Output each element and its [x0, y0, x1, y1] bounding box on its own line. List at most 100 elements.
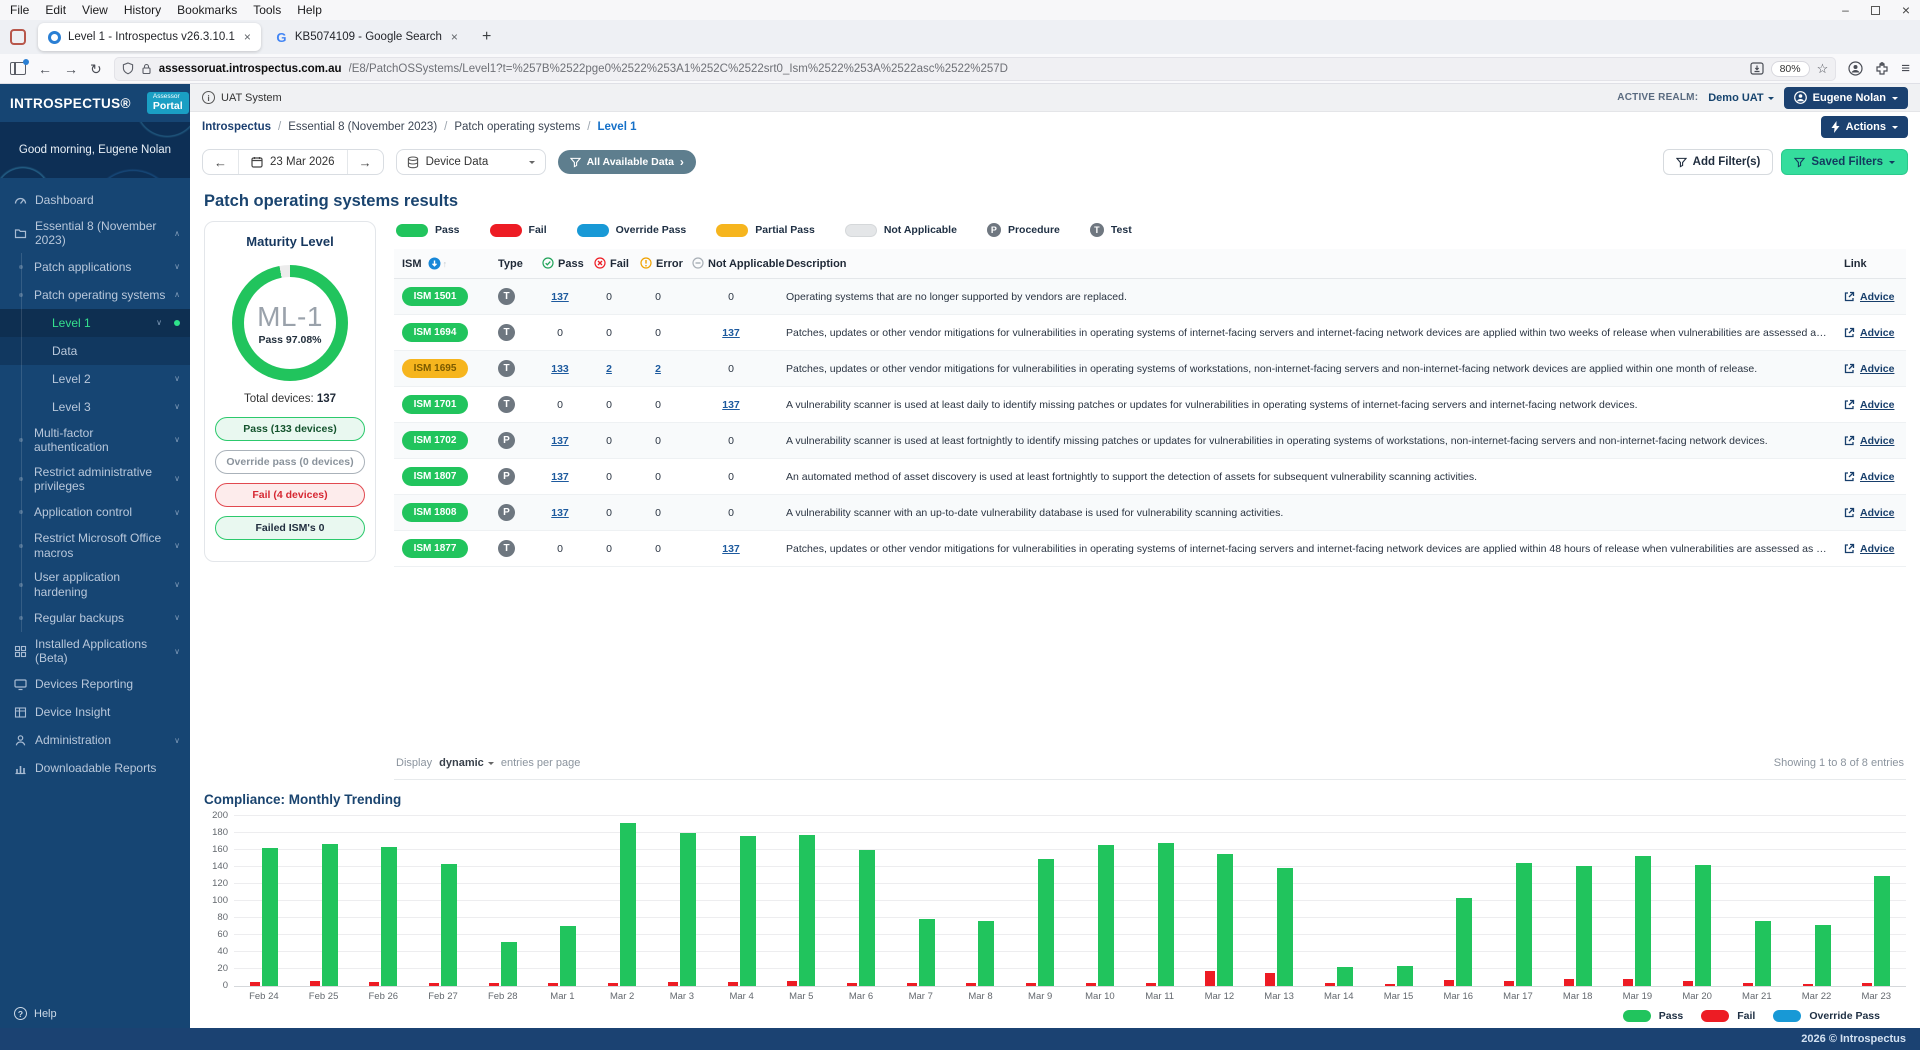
fail-bar[interactable] — [1683, 981, 1693, 986]
sidebar-item-patch-applications[interactable]: Patch applications∨ — [0, 253, 190, 281]
fail-bar[interactable] — [1862, 983, 1872, 986]
pass-count[interactable]: 133 — [551, 363, 569, 375]
pass-bar[interactable] — [501, 942, 517, 986]
fail-bar[interactable] — [310, 981, 320, 986]
fail-bar[interactable] — [1026, 983, 1036, 986]
pass-bar[interactable] — [1635, 856, 1651, 986]
sidebar-item-installed-applications-beta-[interactable]: Installed Applications (Beta)∨ — [0, 632, 190, 671]
error-count[interactable]: 2 — [655, 363, 661, 375]
fail-bar[interactable] — [489, 983, 499, 986]
pass-bar[interactable] — [740, 836, 756, 986]
advice-link[interactable]: Advice — [1844, 291, 1898, 303]
sidebar-toggle-icon[interactable] — [10, 62, 26, 75]
column-header-error[interactable]: Error — [632, 249, 684, 279]
ism-badge[interactable]: ISM 1702 — [402, 431, 468, 450]
fail-bar[interactable] — [1385, 984, 1395, 986]
pass-bar[interactable] — [859, 850, 875, 986]
fail-bar[interactable] — [1325, 983, 1335, 986]
firefox-view-icon[interactable] — [10, 29, 26, 45]
advice-link[interactable]: Advice — [1844, 471, 1898, 483]
menubar-item-edit[interactable]: Edit — [45, 3, 66, 17]
ism-badge[interactable]: ISM 1701 — [402, 395, 468, 414]
pass-bar[interactable] — [262, 848, 278, 986]
date-picker[interactable]: 23 Mar 2026 — [238, 150, 348, 174]
breadcrumb-item[interactable]: Level 1 — [597, 121, 636, 133]
ism-badge[interactable]: ISM 1501 — [402, 287, 468, 306]
url-bar[interactable]: assessoruat.introspectus.com.au/E8/Patch… — [114, 57, 1837, 81]
menubar-item-bookmarks[interactable]: Bookmarks — [177, 3, 237, 17]
fail-bar[interactable] — [847, 983, 857, 986]
advice-link[interactable]: Advice — [1844, 507, 1898, 519]
menubar-item-history[interactable]: History — [124, 3, 161, 17]
pass-bar[interactable] — [1397, 966, 1413, 986]
pass-bar[interactable] — [978, 921, 994, 986]
pass-bar[interactable] — [1277, 868, 1293, 986]
maturity-button-fail[interactable]: Fail (4 devices) — [215, 483, 365, 507]
fail-bar[interactable] — [1564, 979, 1574, 986]
fail-bar[interactable] — [548, 983, 558, 986]
pass-bar[interactable] — [322, 844, 338, 986]
sidebar-item-level-1[interactable]: Level 1∨ — [0, 309, 190, 337]
pass-bar[interactable] — [1337, 967, 1353, 986]
fail-bar[interactable] — [1623, 979, 1633, 986]
fail-bar[interactable] — [1265, 973, 1275, 986]
advice-link[interactable]: Advice — [1844, 399, 1898, 411]
pass-bar[interactable] — [1755, 921, 1771, 986]
advice-link[interactable]: Advice — [1844, 543, 1898, 555]
active-realm-selector[interactable]: Demo UAT — [1708, 92, 1773, 104]
close-button[interactable]: × — [1902, 2, 1910, 18]
advice-link[interactable]: Advice — [1844, 435, 1898, 447]
saved-filters-button[interactable]: Saved Filters — [1781, 149, 1908, 175]
column-header-type[interactable]: Type — [490, 249, 534, 279]
fail-bar[interactable] — [608, 983, 618, 986]
pass-count[interactable]: 137 — [551, 507, 569, 519]
maturity-button-override[interactable]: Override pass (0 devices) — [215, 450, 365, 474]
na-count[interactable]: 137 — [722, 399, 740, 411]
column-header-link[interactable]: Link — [1836, 249, 1906, 279]
advice-link[interactable]: Advice — [1844, 327, 1898, 339]
pass-bar[interactable] — [1158, 843, 1174, 986]
pass-bar[interactable] — [560, 926, 576, 986]
sidebar-item-level-3[interactable]: Level 3∨ — [0, 393, 190, 421]
fail-bar[interactable] — [1504, 981, 1514, 986]
column-header-ism[interactable]: ISM↑ — [394, 249, 490, 279]
pass-bar[interactable] — [799, 835, 815, 986]
fail-bar[interactable] — [966, 983, 976, 986]
sidebar-item-application-control[interactable]: Application control∨ — [0, 498, 190, 526]
column-header-fail[interactable]: Fail — [586, 249, 632, 279]
sidebar-item-level-2[interactable]: Level 2∨ — [0, 365, 190, 393]
sidebar-item-devices-reporting[interactable]: Devices Reporting — [0, 671, 190, 699]
advice-link[interactable]: Advice — [1844, 363, 1898, 375]
column-header-description[interactable]: Description — [778, 249, 1836, 279]
fail-bar[interactable] — [1205, 971, 1215, 986]
sidebar-item-user-application-hardening[interactable]: User application hardening∨ — [0, 565, 190, 604]
pass-bar[interactable] — [1456, 898, 1472, 986]
next-day-button[interactable]: → — [348, 150, 383, 174]
pass-bar[interactable] — [441, 864, 457, 986]
pass-bar[interactable] — [381, 847, 397, 986]
ism-badge[interactable]: ISM 1807 — [402, 467, 468, 486]
breadcrumb-item[interactable]: Essential 8 (November 2023) — [288, 121, 437, 133]
fail-bar[interactable] — [429, 983, 439, 986]
tab-close-icon[interactable]: × — [451, 30, 458, 44]
zoom-level-badge[interactable]: 80% — [1771, 61, 1810, 77]
sidebar-item-restrict-microsoft-office-macros[interactable]: Restrict Microsoft Office macros∨ — [0, 526, 190, 565]
bookmark-star-icon[interactable]: ☆ — [1817, 61, 1829, 77]
fail-bar[interactable] — [1086, 983, 1096, 986]
pass-bar[interactable] — [1695, 865, 1711, 986]
pass-bar[interactable] — [1098, 845, 1114, 986]
column-header-not-applicable[interactable]: Not Applicable — [684, 249, 778, 279]
na-count[interactable]: 137 — [722, 543, 740, 555]
new-tab-button[interactable]: + — [472, 28, 501, 46]
fail-bar[interactable] — [787, 981, 797, 986]
pass-bar[interactable] — [620, 823, 636, 986]
sidebar-item-data[interactable]: Data — [0, 337, 190, 365]
actions-button[interactable]: Actions — [1821, 116, 1908, 138]
sidebar-item-patch-operating-systems[interactable]: Patch operating systems∧ — [0, 281, 190, 309]
entries-per-page-select[interactable]: dynamic — [439, 757, 494, 769]
maturity-button-failedisms[interactable]: Failed ISM's 0 — [215, 516, 365, 540]
forward-icon[interactable]: → — [64, 62, 78, 76]
ism-badge[interactable]: ISM 1808 — [402, 503, 468, 522]
sidebar-item-essential-8-november-2023-[interactable]: Essential 8 (November 2023)∧ — [0, 214, 190, 253]
breadcrumb-item[interactable]: Patch operating systems — [454, 121, 580, 133]
